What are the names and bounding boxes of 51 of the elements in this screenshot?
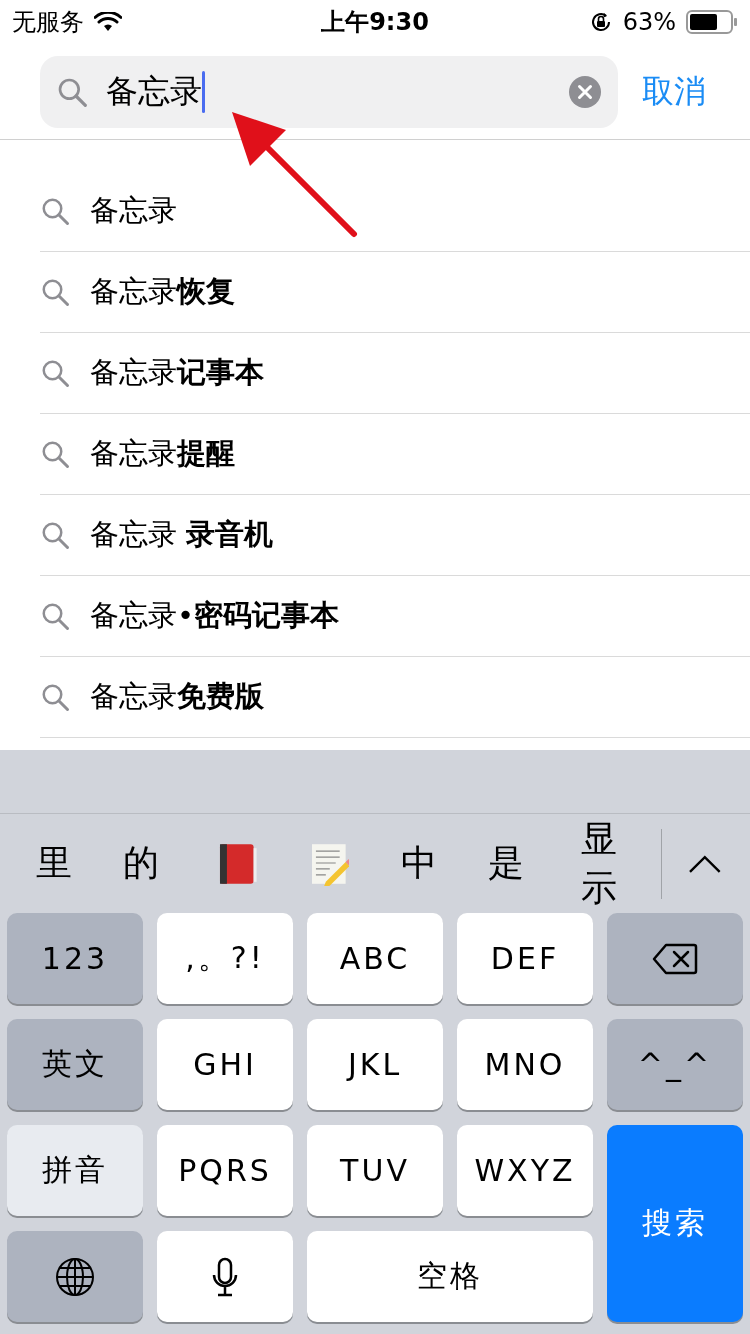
letter-key[interactable]: MNO xyxy=(457,1019,593,1110)
book-icon[interactable] xyxy=(218,841,258,886)
search-icon xyxy=(40,601,70,631)
search-icon xyxy=(40,682,70,712)
search-key[interactable]: 搜索 xyxy=(607,1125,743,1322)
letter-key[interactable]: DEF xyxy=(457,913,593,1004)
candidate-word[interactable]: 里 xyxy=(24,839,84,888)
search-icon xyxy=(40,520,70,550)
candidate-word[interactable]: 是 xyxy=(476,839,537,888)
search-icon xyxy=(40,439,70,469)
clear-icon[interactable] xyxy=(568,74,602,109)
suggestion-item[interactable]: 备忘录记事本 xyxy=(90,353,264,393)
letter-key[interactable]: ABC xyxy=(307,913,443,1004)
search-icon xyxy=(40,277,70,307)
clock-time: 上午9:30 xyxy=(321,7,429,38)
text-cursor xyxy=(202,70,205,113)
carrier-label: 无服务 xyxy=(12,7,84,38)
search-icon xyxy=(40,196,70,226)
microphone-key[interactable] xyxy=(157,1231,293,1322)
emoticon-key[interactable]: ^_^ xyxy=(607,1019,743,1110)
search-field[interactable]: 备忘录 xyxy=(40,55,618,128)
battery-icon xyxy=(686,10,738,34)
letter-key[interactable]: WXYZ xyxy=(457,1125,593,1216)
letter-key[interactable]: ,。?! xyxy=(157,913,293,1004)
mode-key[interactable]: 英文 xyxy=(7,1019,143,1110)
suggestion-item[interactable]: 备忘录免费版 xyxy=(90,677,264,717)
mode-key[interactable]: 123 xyxy=(7,913,143,1004)
suggestion-item[interactable]: 备忘录 xyxy=(90,191,177,231)
suggestion-item[interactable]: 备忘录•密码记事本 xyxy=(90,596,340,636)
globe-icon xyxy=(55,1256,95,1297)
space-key[interactable]: 空格 xyxy=(307,1231,593,1322)
delete-key[interactable] xyxy=(607,913,743,1004)
candidate-word[interactable]: 显示 xyxy=(563,814,635,913)
suggestion-item[interactable]: 备忘录提醒 xyxy=(90,434,235,474)
suggestion-item[interactable]: 备忘录 录音机 xyxy=(90,515,274,555)
letter-key[interactable]: PQRS xyxy=(157,1125,293,1216)
search-text: 备忘录 xyxy=(106,70,202,112)
microphone-icon xyxy=(212,1256,238,1297)
backspace-icon xyxy=(652,942,698,975)
battery-percent: 63% xyxy=(622,8,676,36)
globe-key[interactable] xyxy=(7,1231,143,1322)
candidate-word[interactable]: 中 xyxy=(389,839,450,888)
letter-key[interactable]: JKL xyxy=(307,1019,443,1110)
chevron-up-icon[interactable] xyxy=(688,853,722,874)
letter-key[interactable]: GHI xyxy=(157,1019,293,1110)
letter-key[interactable]: TUV xyxy=(307,1125,443,1216)
suggestion-item[interactable]: 备忘录恢复 xyxy=(90,272,235,312)
search-icon xyxy=(40,358,70,388)
mode-key[interactable]: 拼音 xyxy=(7,1125,143,1216)
candidate-word[interactable]: 的 xyxy=(111,839,171,888)
wifi-icon xyxy=(94,12,122,32)
